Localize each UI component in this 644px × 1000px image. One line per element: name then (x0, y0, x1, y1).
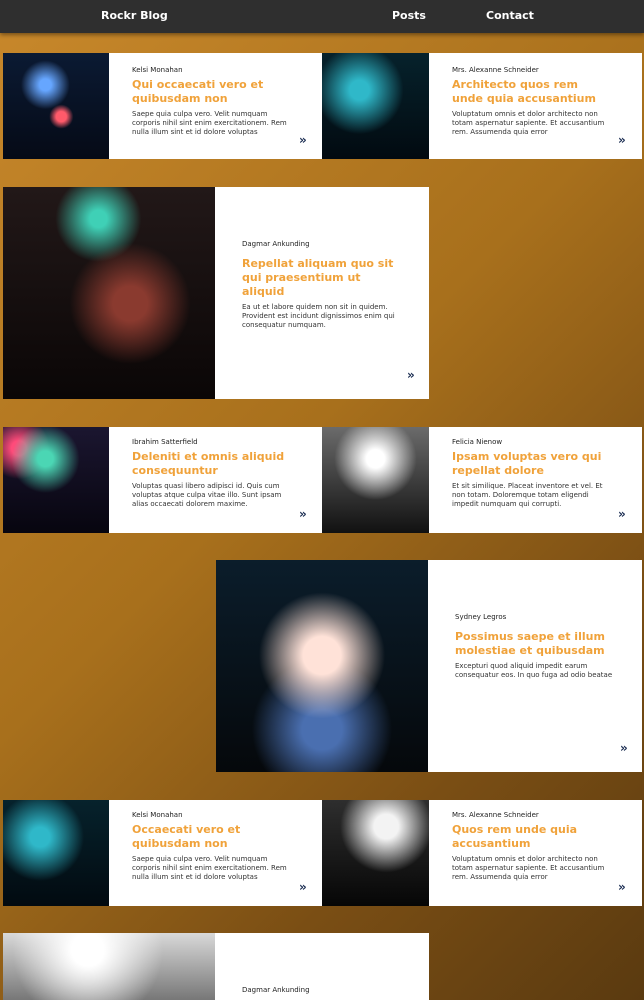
post-image (3, 427, 109, 533)
post-author: Dagmar Ankunding (242, 240, 310, 248)
post-excerpt: Saepe quia culpa vero. Velit numquam cor… (132, 855, 287, 881)
top-nav: Rockr Blog Posts Contact (0, 0, 644, 33)
post-title[interactable]: Architecto quos rem unde quia accusantiu… (452, 78, 612, 106)
post-image (322, 53, 429, 159)
post-image (216, 560, 428, 772)
post-card-large[interactable]: Sydney Legros Possimus saepe et illum mo… (216, 560, 642, 772)
post-author: Ibrahim Satterfield (132, 438, 198, 446)
read-more-icon[interactable]: » (618, 880, 626, 894)
post-card-large[interactable]: Dagmar Ankunding Repellat aliquam quo si… (3, 187, 429, 399)
post-title[interactable]: Occaecati vero et quibusdam non (132, 823, 292, 851)
post-author: Kelsi Monahan (132, 811, 183, 819)
read-more-icon[interactable]: » (299, 133, 307, 147)
post-excerpt: Ea ut et labore quidem non sit in quidem… (242, 303, 395, 329)
post-excerpt: Voluptatum omnis et dolor architecto non… (452, 110, 605, 136)
post-excerpt: Excepturi quod aliquid impedit earum con… (455, 662, 613, 679)
post-author: Dagmar Ankunding (242, 986, 310, 994)
read-more-icon[interactable]: » (407, 368, 415, 382)
post-author: Felicia Nienow (452, 438, 503, 446)
post-author: Mrs. Alexanne Schneider (452, 66, 539, 74)
post-title[interactable]: Ipsam voluptas vero qui repellat dolore (452, 450, 612, 478)
post-image (3, 53, 109, 159)
read-more-icon[interactable]: » (618, 507, 626, 521)
post-image (322, 427, 429, 533)
read-more-icon[interactable]: » (299, 507, 307, 521)
post-card[interactable]: Felicia Nienow Ipsam voluptas vero qui r… (322, 427, 642, 533)
post-card[interactable]: Kelsi Monahan Qui occaecati vero et quib… (3, 53, 322, 159)
post-card[interactable]: Mrs. Alexanne Schneider Quos rem unde qu… (322, 800, 642, 906)
read-more-icon[interactable]: » (618, 133, 626, 147)
post-title[interactable]: Quos rem unde quia accusantium (452, 823, 612, 851)
post-author: Mrs. Alexanne Schneider (452, 811, 539, 819)
nav-posts-link[interactable]: Posts (392, 9, 426, 22)
post-image (3, 933, 215, 1000)
post-excerpt: Voluptatum omnis et dolor architecto non… (452, 855, 605, 881)
post-image (322, 800, 429, 906)
post-author: Kelsi Monahan (132, 66, 183, 74)
post-card-large[interactable]: Dagmar Ankunding (3, 933, 429, 1000)
post-image (3, 800, 109, 906)
post-card[interactable]: Mrs. Alexanne Schneider Architecto quos … (322, 53, 642, 159)
post-card[interactable]: Kelsi Monahan Occaecati vero et quibusda… (3, 800, 322, 906)
brand-link[interactable]: Rockr Blog (101, 9, 168, 22)
post-excerpt: Voluptas quasi libero adipisci id. Quis … (132, 482, 282, 508)
post-image (3, 187, 215, 399)
post-author: Sydney Legros (455, 613, 507, 621)
post-excerpt: Saepe quia culpa vero. Velit numquam cor… (132, 110, 287, 136)
post-title[interactable]: Qui occaecati vero et quibusdam non (132, 78, 292, 106)
post-title[interactable]: Possimus saepe et illum molestiae et qui… (455, 630, 617, 658)
nav-contact-link[interactable]: Contact (486, 9, 534, 22)
read-more-icon[interactable]: » (620, 741, 628, 755)
post-excerpt: Et sit similique. Placeat inventore et v… (452, 482, 603, 508)
post-title[interactable]: Deleniti et omnis aliquid consequuntur (132, 450, 292, 478)
post-title[interactable]: Repellat aliquam quo sit qui praesentium… (242, 257, 404, 299)
post-card[interactable]: Ibrahim Satterfield Deleniti et omnis al… (3, 427, 322, 533)
read-more-icon[interactable]: » (299, 880, 307, 894)
